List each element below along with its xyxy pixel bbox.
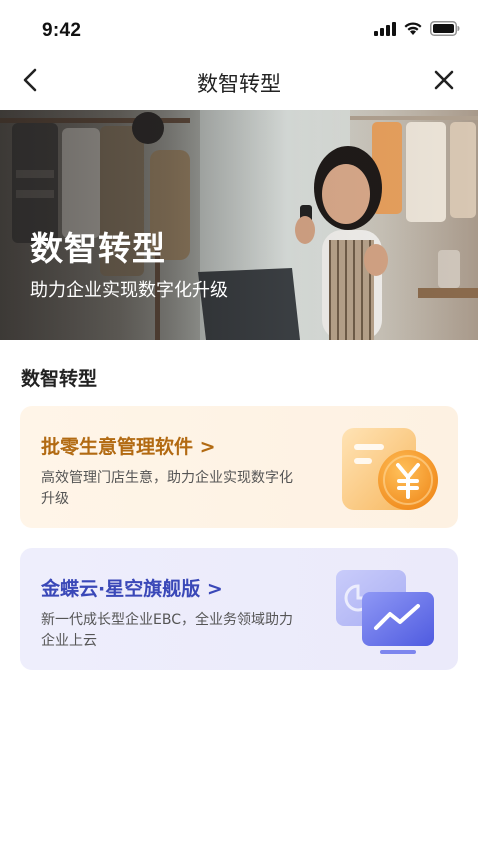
section-title: 数智转型	[21, 368, 98, 390]
card-title: 金蝶云·星空旗舰版 >	[41, 578, 223, 600]
monitor-chart-icon	[328, 562, 438, 658]
yen-document-icon	[328, 420, 438, 516]
status-bar: 9:42	[0, 0, 478, 56]
hero-banner: 数智转型 助力企业实现数字化升级	[0, 110, 478, 340]
kingdee-cloud-card[interactable]: 金蝶云·星空旗舰版 > 新一代成长型企业EBC，全业务领域助力企业上云	[20, 548, 458, 670]
retail-software-card[interactable]: 批零生意管理软件 > 高效管理门店生意，助力企业实现数字化升级	[20, 406, 458, 528]
nav-bar: 数智转型	[0, 56, 478, 108]
status-time: 9:42	[42, 20, 82, 41]
hero-subtitle: 助力企业实现数字化升级	[30, 280, 228, 301]
close-icon	[433, 69, 455, 95]
card-description: 新一代成长型企业EBC，全业务领域助力企业上云	[41, 612, 293, 649]
card-description: 高效管理门店生意，助力企业实现数字化升级	[41, 470, 293, 507]
battery-icon	[430, 20, 460, 40]
close-button[interactable]	[428, 66, 460, 98]
wifi-icon	[403, 21, 423, 40]
hero-title: 数智转型	[30, 229, 166, 268]
signal-icon	[374, 21, 396, 40]
page-title: 数智转型	[197, 72, 281, 96]
status-icons	[374, 20, 460, 40]
card-title: 批零生意管理软件 >	[41, 436, 216, 458]
